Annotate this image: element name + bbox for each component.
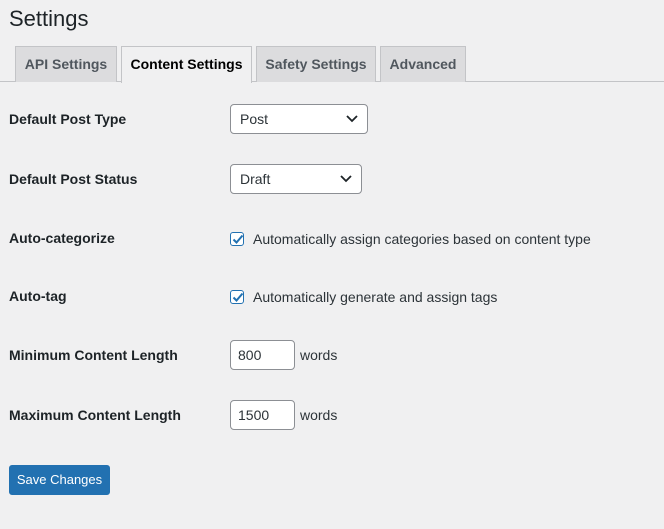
auto-tag-label: Auto-tag	[9, 288, 67, 304]
auto-tag-description: Automatically generate and assign tags	[253, 289, 498, 305]
tab-api-settings[interactable]: API Settings	[15, 46, 117, 82]
max-content-length-suffix: words	[300, 407, 338, 423]
checkmark-icon	[232, 234, 244, 244]
settings-tabs: API Settings Content Settings Safety Set…	[0, 46, 664, 83]
settings-page: Settings API Settings Content Settings S…	[0, 0, 664, 529]
checkmark-icon	[232, 292, 244, 302]
tab-safety-settings[interactable]: Safety Settings	[256, 46, 376, 82]
default-post-type-label: Default Post Type	[9, 111, 127, 127]
max-content-length-label: Maximum Content Length	[9, 407, 181, 423]
tab-advanced[interactable]: Advanced	[380, 46, 466, 82]
min-content-length-input[interactable]: 800	[230, 340, 295, 370]
min-content-length-suffix: words	[300, 347, 338, 363]
default-post-status-label: Default Post Status	[9, 171, 138, 187]
chevron-down-icon	[346, 115, 358, 123]
tab-content-settings[interactable]: Content Settings	[121, 46, 252, 83]
auto-categorize-description: Automatically assign categories based on…	[253, 231, 591, 247]
auto-tag-checkbox[interactable]	[230, 290, 244, 304]
save-changes-button[interactable]: Save Changes	[9, 465, 110, 495]
default-post-status-select[interactable]: Draft	[230, 164, 362, 194]
default-post-status-value: Draft	[240, 171, 271, 187]
auto-categorize-checkbox[interactable]	[230, 232, 244, 246]
auto-categorize-label: Auto-categorize	[9, 230, 115, 246]
default-post-type-value: Post	[240, 111, 269, 127]
min-content-length-label: Minimum Content Length	[9, 347, 178, 363]
max-content-length-input[interactable]: 1500	[230, 400, 295, 430]
default-post-type-select[interactable]: Post	[230, 104, 368, 134]
page-title: Settings	[9, 6, 89, 31]
chevron-down-icon	[340, 175, 352, 183]
